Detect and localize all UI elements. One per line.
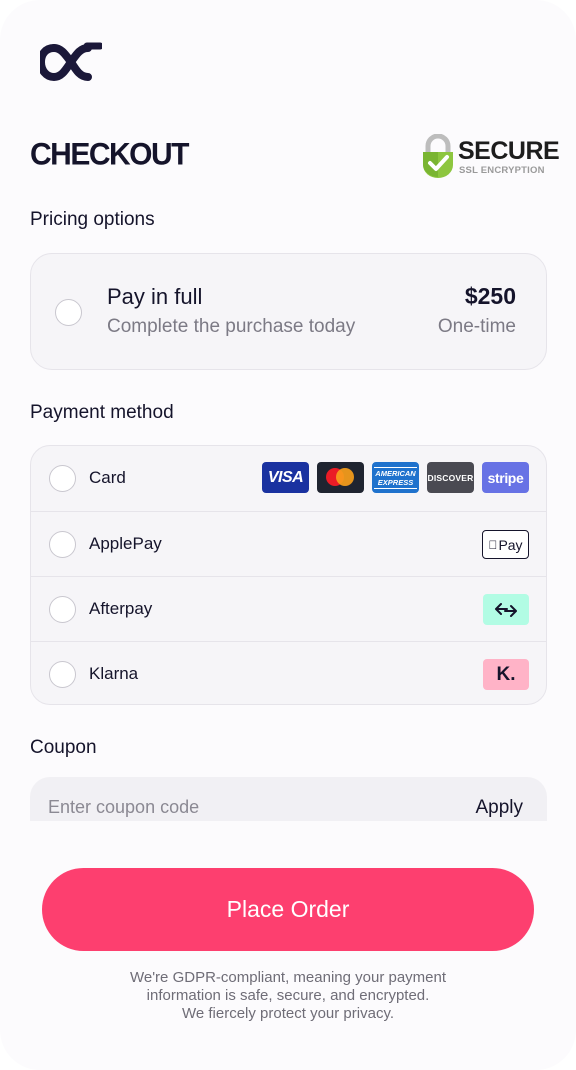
amex-logo-text: AMERICAN EXPRESS: [374, 466, 417, 489]
method-label: ApplePay: [89, 534, 162, 553]
apple-pay-icon: Pay: [482, 530, 529, 559]
klarna-logo-icon: K.: [483, 659, 529, 690]
plan-description: Complete the purchase today: [107, 316, 356, 337]
brand-logo-icon: [40, 42, 102, 82]
coupon-input[interactable]: [48, 797, 428, 818]
coupon-field: Apply: [30, 777, 547, 821]
discover-logo-icon: DISCOVER: [427, 462, 474, 493]
plan-frequency: One-time: [437, 316, 516, 337]
pricing-option-pay-in-full[interactable]: Pay in full Complete the purchase today …: [30, 253, 547, 370]
klarna-radio[interactable]: [49, 661, 76, 688]
afterpay-radio[interactable]: [49, 596, 76, 623]
afterpay-icon: [483, 594, 529, 625]
applepay-radio[interactable]: [49, 531, 76, 558]
page-title: CHECKOUT: [30, 137, 190, 172]
coupon-label: Coupon: [30, 737, 97, 758]
apple-icon: : [488, 538, 497, 552]
method-label: Klarna: [89, 664, 139, 683]
stripe-logo-icon: stripe: [482, 462, 529, 493]
payment-method-klarna[interactable]: Klarna K.: [31, 641, 546, 704]
disclaimer-line: We fiercely protect your privacy.: [181, 1005, 394, 1022]
gdpr-disclaimer: We're GDPR-compliant, meaning your payme…: [0, 969, 576, 1023]
apple-pay-text: Pay: [493, 536, 522, 553]
method-label: Card: [89, 468, 126, 487]
payment-method-label: Payment method: [30, 402, 174, 423]
card-radio[interactable]: [49, 465, 76, 492]
secure-ssl-badge: SECURE SSL ENCRYPTION: [421, 134, 560, 180]
payment-method-afterpay[interactable]: Afterpay: [31, 576, 546, 641]
pricing-options-label: Pricing options: [30, 209, 155, 230]
card-logos: VISA AMERICAN EXPRESS DISCOVER stripe: [262, 462, 529, 493]
method-label: Afterpay: [89, 599, 153, 618]
disclaimer-line: We're GDPR-compliant, meaning your payme…: [129, 969, 447, 986]
plan-price: $250: [464, 283, 516, 309]
disclaimer-line: information is safe, secure, and encrypt…: [146, 987, 430, 1004]
amex-logo-icon: AMERICAN EXPRESS: [372, 462, 419, 493]
padlock-check-icon: [423, 134, 453, 178]
mastercard-icon: [317, 462, 364, 493]
visa-logo-icon: VISA: [262, 462, 309, 493]
apply-coupon-button[interactable]: Apply: [475, 797, 523, 819]
plan-name: Pay in full: [107, 284, 203, 309]
secure-title: SECURE: [458, 137, 560, 165]
checkout-screen: CHECKOUT SECURE SSL ENCRYPTION Pricing o…: [0, 0, 576, 1070]
secure-subtitle: SSL ENCRYPTION: [459, 165, 545, 176]
place-order-button[interactable]: Place Order: [42, 868, 534, 951]
payment-method-card[interactable]: Card VISA AMERICAN EXPRESS DISCOVER stri…: [31, 446, 546, 511]
payment-method-list: Card VISA AMERICAN EXPRESS DISCOVER stri…: [30, 445, 547, 705]
pricing-radio[interactable]: [55, 299, 82, 326]
payment-method-applepay[interactable]: ApplePay Pay: [31, 511, 546, 576]
